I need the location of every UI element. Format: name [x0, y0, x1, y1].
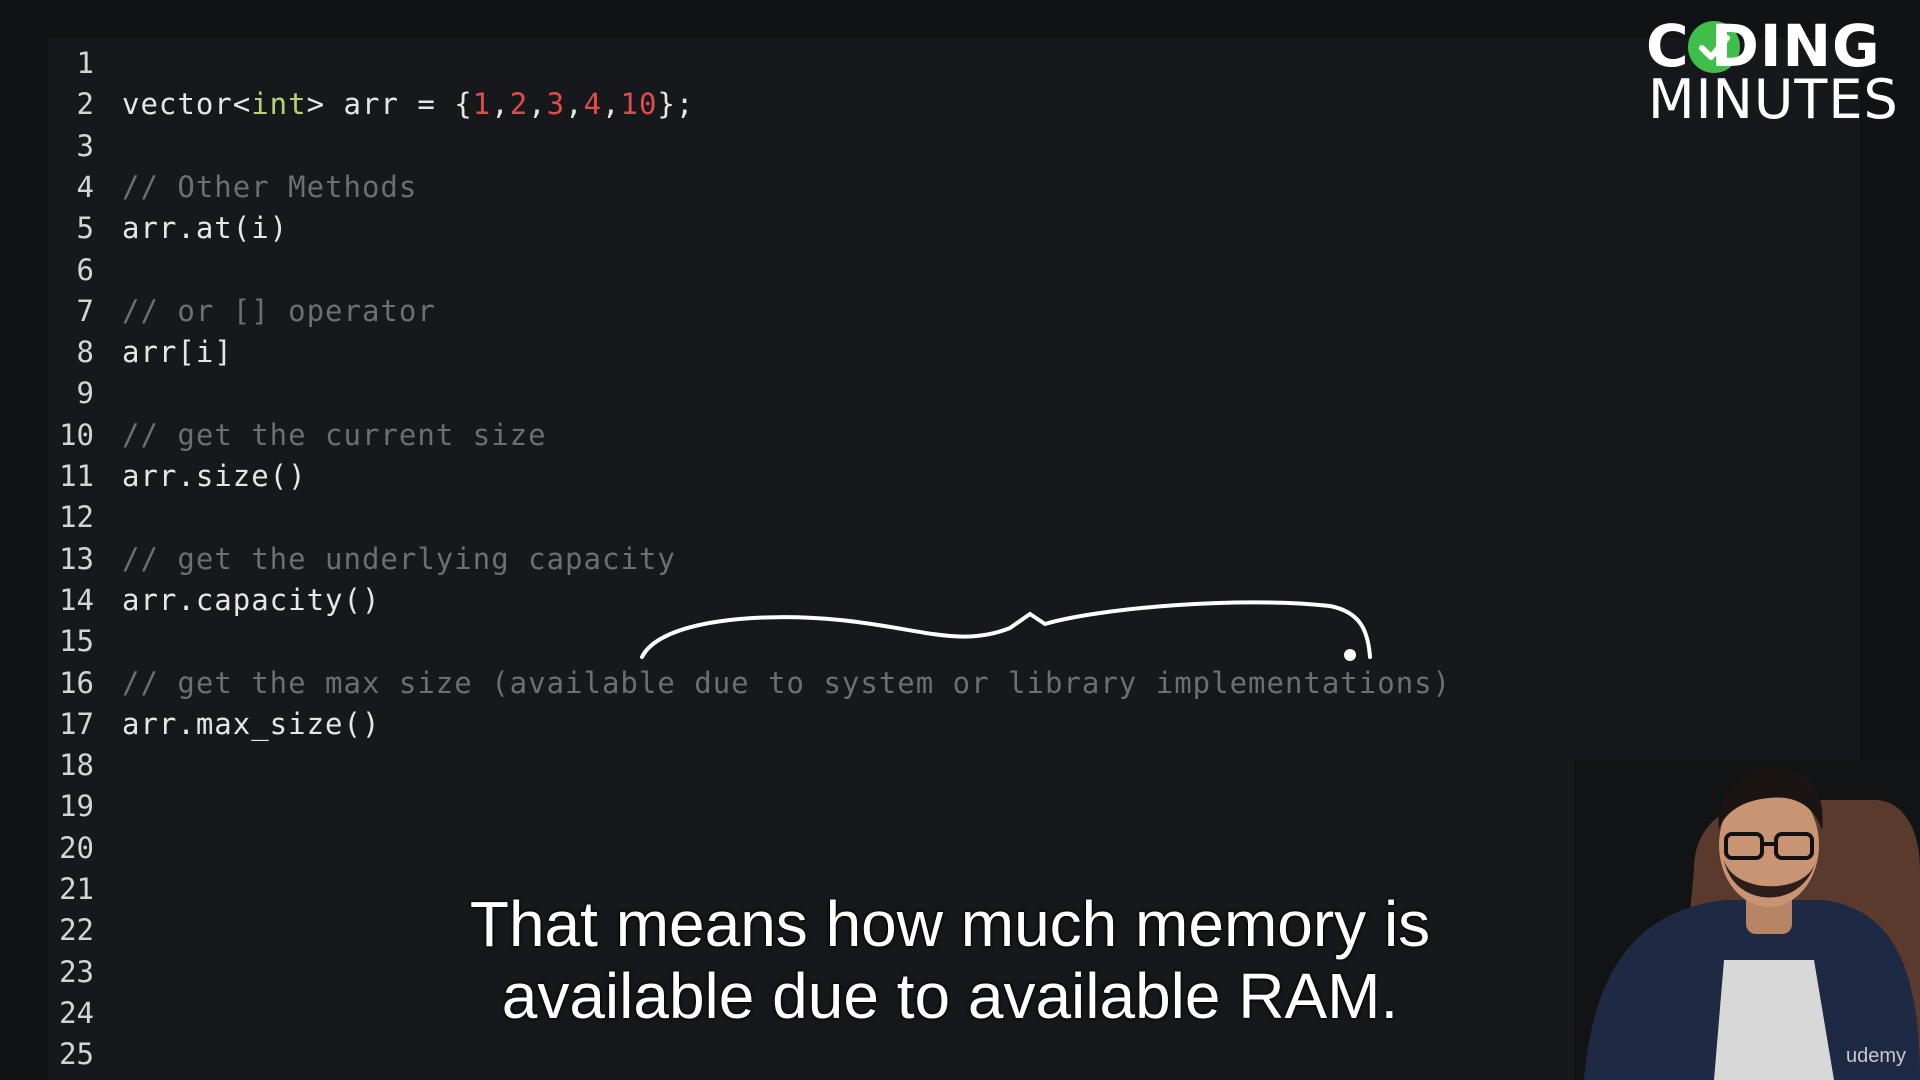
- code-token: arr.size(): [122, 459, 307, 493]
- code-text: // Other Methods: [122, 167, 417, 208]
- code-line: 18: [48, 745, 1748, 786]
- code-text: // or [] operator: [122, 291, 436, 332]
- line-number: 5: [76, 211, 94, 245]
- line-number: 23: [59, 955, 94, 989]
- code-line: 12: [48, 497, 1748, 538]
- code-line: 2 vector<int> arr = {1,2,3,4,10};: [48, 84, 1748, 125]
- code-line: 19: [48, 786, 1748, 827]
- code-token: 4: [583, 87, 603, 121]
- video-caption: That means how much memory is available …: [200, 888, 1700, 1032]
- line-number: 2: [76, 87, 94, 121]
- line-number: 22: [59, 913, 94, 947]
- line-number: 25: [59, 1037, 94, 1071]
- logo-text-bottom: MINUTES: [1648, 68, 1899, 131]
- line-number: 13: [59, 542, 94, 576]
- code-line: 16 // get the max size (available due to …: [48, 663, 1748, 704]
- line-number: 4: [76, 170, 94, 204]
- line-number: 18: [59, 748, 94, 782]
- code-text: arr.capacity(): [122, 580, 380, 621]
- code-line: 14 arr.capacity(): [48, 580, 1748, 621]
- code-line: 25: [48, 1034, 1748, 1075]
- code-line: 8 arr[i]: [48, 332, 1748, 373]
- line-number: 14: [59, 583, 94, 617]
- code-token: 2: [509, 87, 529, 121]
- tshirt: [1714, 960, 1834, 1080]
- coding-minutes-logo: C DING MINUTES: [1640, 12, 1920, 131]
- line-number: 20: [59, 831, 94, 865]
- code-line: 20: [48, 828, 1748, 869]
- code-token: ,: [491, 87, 510, 121]
- code-token: 10: [620, 87, 658, 121]
- code-line: 11 arr.size(): [48, 456, 1748, 497]
- line-number: 1: [76, 46, 94, 80]
- code-token: ,: [565, 87, 584, 121]
- code-text: // get the current size: [122, 415, 547, 456]
- line-number: 24: [59, 996, 94, 1030]
- code-token: arr.capacity(): [122, 583, 381, 617]
- code-text: // get the max size (available due to sy…: [122, 663, 1451, 704]
- code-text: arr[i]: [122, 332, 233, 373]
- line-number: 10: [59, 418, 94, 452]
- code-text: arr.max_size(): [122, 704, 380, 745]
- code-line: 1: [48, 43, 1748, 84]
- line-number: 17: [59, 707, 94, 741]
- code-line: 4 // Other Methods: [48, 167, 1748, 208]
- code-line: 15: [48, 621, 1748, 662]
- code-token: arr[i]: [122, 335, 233, 369]
- line-number: 11: [59, 459, 94, 493]
- line-number: 16: [59, 666, 94, 700]
- code-comment: // Other Methods: [122, 170, 418, 204]
- code-line: 10 // get the current size: [48, 415, 1748, 456]
- caption-line-1: That means how much memory is: [469, 888, 1431, 960]
- code-text: vector<int> arr = {1,2,3,4,10};: [122, 84, 694, 125]
- code-line: 3: [48, 126, 1748, 167]
- presenter-webcam: udemy: [1574, 760, 1920, 1080]
- code-text: // get the underlying capacity: [122, 539, 676, 580]
- code-token: ,: [528, 87, 547, 121]
- code-line: 6: [48, 250, 1748, 291]
- code-token: int: [251, 87, 307, 121]
- line-number: 9: [76, 376, 94, 410]
- code-line: 9: [48, 373, 1748, 414]
- line-number: 19: [59, 789, 94, 823]
- code-comment: // get the current size: [122, 418, 547, 452]
- code-token: arr.max_size(): [122, 707, 381, 741]
- line-number: 8: [76, 335, 94, 369]
- code-text: arr.at(i): [122, 208, 288, 249]
- code-line: 7 // or [] operator: [48, 291, 1748, 332]
- code-token: 3: [546, 87, 566, 121]
- line-number: 3: [76, 129, 94, 163]
- line-number: 6: [76, 253, 94, 287]
- udemy-watermark: udemy: [1845, 1045, 1906, 1067]
- code-line: 5 arr.at(i): [48, 208, 1748, 249]
- line-number: 21: [59, 872, 94, 906]
- code-comment: // get the max size (available due to sy…: [122, 666, 1452, 700]
- code-token: 1: [472, 87, 492, 121]
- code-token: arr.at(i): [122, 211, 289, 245]
- code-token: > arr = {: [306, 87, 473, 121]
- code-token: ,: [602, 87, 621, 121]
- code-text: arr.size(): [122, 456, 307, 497]
- code-comment: // get the underlying capacity: [122, 542, 676, 576]
- line-number: 7: [76, 294, 94, 328]
- line-number: 12: [59, 500, 94, 534]
- code-comment: // or [] operator: [122, 294, 436, 328]
- code-line: 17 arr.max_size(): [48, 704, 1748, 745]
- code-token: };: [657, 87, 695, 121]
- code-token: vector<: [122, 87, 252, 121]
- line-number: 15: [59, 624, 94, 658]
- code-line: 13 // get the underlying capacity: [48, 539, 1748, 580]
- caption-line-2: available due to available RAM.: [501, 960, 1399, 1032]
